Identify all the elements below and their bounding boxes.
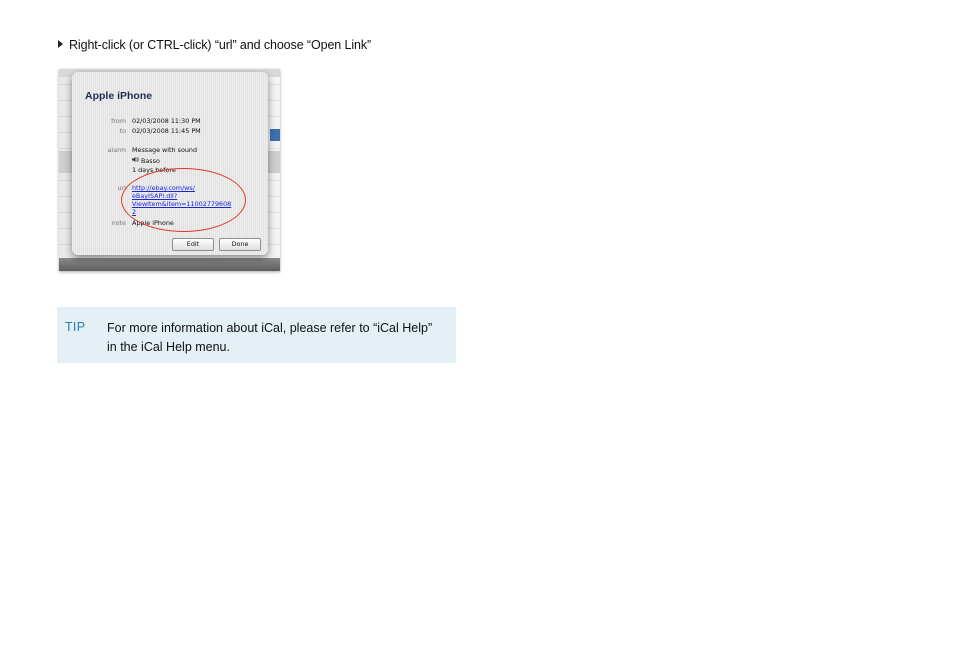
event-marker — [270, 129, 280, 141]
tip-text: For more information about iCal, please … — [107, 321, 433, 354]
calendar-bottom-bar — [59, 258, 280, 271]
done-button[interactable]: Done — [219, 238, 261, 251]
alarm-value[interactable]: Message with sound — [132, 146, 197, 154]
note-label: note — [111, 219, 126, 227]
from-label: from — [111, 117, 126, 125]
edit-button[interactable]: Edit — [172, 238, 214, 251]
bullet-triangle-icon — [58, 40, 63, 48]
to-value[interactable]: 02/03/2008 11:45 PM — [132, 127, 201, 135]
to-label: to — [119, 127, 126, 135]
url-label: url — [117, 184, 126, 192]
alarm-sound-name: Basso — [141, 157, 160, 165]
speaker-icon — [132, 156, 139, 165]
ical-screenshot: Apple iPhone from 02/03/2008 11:30 PM to… — [59, 69, 280, 271]
alarm-label: alarm — [107, 146, 126, 154]
alarm-sound[interactable]: Basso — [132, 156, 160, 165]
tip-label: TIP — [65, 320, 86, 334]
from-value[interactable]: 02/03/2008 11:30 PM — [132, 117, 201, 125]
event-title: Apple iPhone — [85, 90, 153, 102]
instruction-step: Right-click (or CTRL-click) “url” and ch… — [58, 38, 371, 52]
tip-box: TIP For more information about iCal, ple… — [57, 307, 456, 363]
instruction-text: Right-click (or CTRL-click) “url” and ch… — [69, 38, 372, 52]
highlight-circle — [121, 168, 246, 232]
